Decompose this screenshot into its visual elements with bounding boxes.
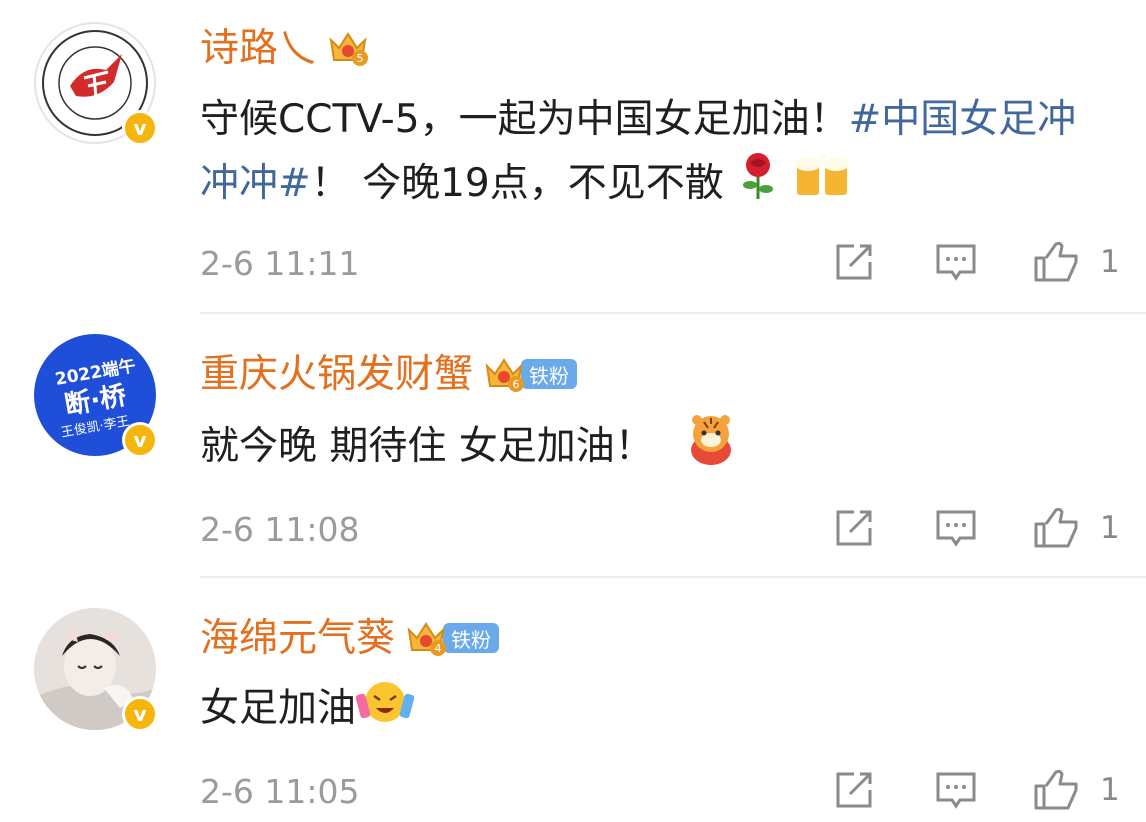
verified-icon: v (122, 422, 158, 458)
like-count: 1 (1100, 772, 1120, 808)
username[interactable]: 海绵元气葵 (200, 619, 395, 658)
like-count: 1 (1100, 244, 1120, 280)
rose-emoji-icon (736, 151, 780, 220)
timestamp: 2-6 11:05 (200, 772, 360, 811)
like-icon[interactable] (1032, 506, 1078, 550)
avatar[interactable]: v (34, 22, 158, 146)
comment-icon[interactable] (934, 768, 978, 812)
avatar[interactable]: 2022端午 断·桥 王俊凯·李王 v (34, 334, 158, 458)
comment-item-3: v 海绵元气葵 4 铁粉 女足加油 2-6 11:05 1 (0, 578, 1146, 822)
crown-level-icon: 6 (483, 354, 525, 394)
like-icon[interactable] (1032, 240, 1078, 284)
crown-level-icon: 4 (405, 618, 447, 658)
like-icon[interactable] (1032, 768, 1078, 812)
svg-text:6: 6 (513, 378, 520, 391)
forward-icon[interactable] (832, 768, 876, 812)
tiger-emoji-icon (686, 412, 736, 485)
forward-icon[interactable] (832, 506, 876, 550)
like-count: 1 (1100, 510, 1120, 546)
crown-level-icon: 5 (327, 28, 369, 68)
beer-emoji-icon (793, 151, 853, 220)
comment-text: 女足加油 (200, 676, 1096, 745)
fan-badge: 铁粉 (521, 359, 578, 389)
comment-text: 守候CCTV-5，一起为中国女足加油！#中国女足冲冲冲#！ 今晚19点，不见不散 (200, 88, 1096, 220)
avatar[interactable]: v (34, 608, 158, 732)
comment-text: 就今晚 期待住 女足加油！ (200, 412, 1096, 485)
timestamp: 2-6 11:11 (200, 244, 360, 283)
svg-text:5: 5 (357, 52, 364, 65)
forward-icon[interactable] (832, 240, 876, 284)
svg-text:4: 4 (435, 642, 442, 655)
username[interactable]: 重庆火锅发财蟹 (200, 355, 473, 394)
comment-icon[interactable] (934, 506, 978, 550)
timestamp: 2-6 11:08 (200, 510, 360, 549)
comment-icon[interactable] (934, 240, 978, 284)
fan-badge: 铁粉 (443, 623, 500, 653)
comment-item-2: 2022端午 断·桥 王俊凯·李王 v 重庆火锅发财蟹 6 铁粉 就今晚 期待住… (0, 314, 1146, 576)
comment-item-1: v 诗路乀 5 守候CCTV-5，一起为中国女足加油！#中国女足冲冲冲#！ 今晚… (0, 0, 1146, 312)
verified-icon: v (122, 110, 158, 146)
cheer-emoji-icon (355, 676, 415, 745)
verified-icon: v (122, 696, 158, 732)
username[interactable]: 诗路乀 (200, 29, 317, 68)
